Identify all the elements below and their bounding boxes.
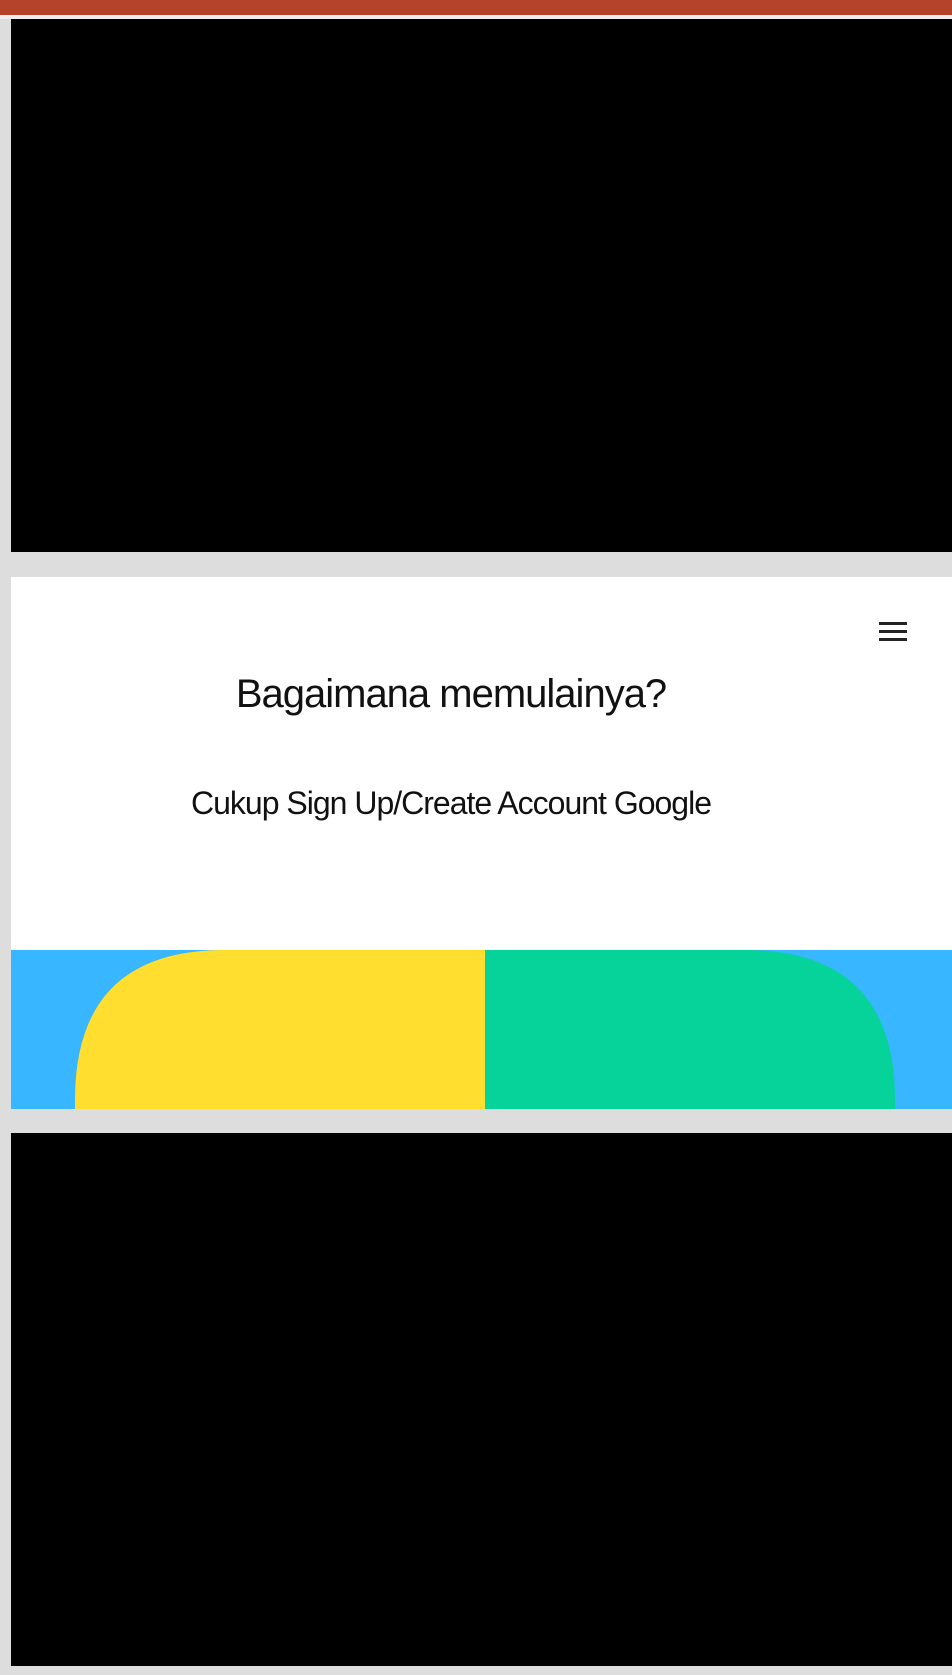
section-gap — [11, 1109, 952, 1133]
slide-subtitle: Cukup Sign Up/Create Account Google — [191, 785, 712, 821]
menu-line — [879, 621, 907, 625]
banner-green-shape — [485, 950, 895, 1109]
color-banner — [11, 950, 952, 1109]
video-player-top[interactable] — [11, 19, 952, 552]
menu-line — [879, 629, 907, 633]
bottom-border — [11, 1666, 952, 1675]
video-player-bottom[interactable] — [11, 1133, 952, 1666]
slide-title: Bagaimana memulainya? — [235, 672, 667, 716]
menu-line — [879, 637, 907, 641]
slide-panel: Bagaimana memulainya? Cukup Sign Up/Crea… — [11, 577, 952, 1109]
top-accent-bar — [0, 0, 952, 15]
hamburger-menu-icon[interactable] — [871, 611, 917, 651]
section-gap — [11, 552, 952, 577]
banner-yellow-shape — [75, 950, 485, 1109]
left-border — [0, 19, 11, 1675]
